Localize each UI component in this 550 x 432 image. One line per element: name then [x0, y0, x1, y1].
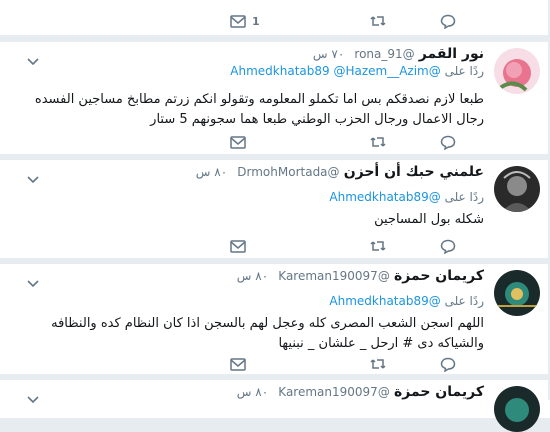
dm-icon[interactable]: [230, 356, 246, 372]
tweet-text: شكله بول المساجين: [14, 210, 484, 230]
tweet-text-line: شكله بول المساجين: [374, 212, 484, 227]
user-handle[interactable]: @DrmohMortada: [237, 165, 339, 179]
tweet-text: طبعا لازم نصدقكم بس اما تكملو المعلومه و…: [14, 90, 484, 130]
tweet-actions: [230, 356, 460, 372]
user-name[interactable]: كريمان حمزة: [394, 268, 484, 284]
tweet-item[interactable]: نور القمر @rona_91 ٧٠ س ردًا على @Ahmedk…: [0, 41, 550, 155]
tweet-text-line: اللهم اسجن الشعب المصرى كله وعجل لهم بال…: [51, 316, 484, 331]
retweet-icon[interactable]: [370, 356, 386, 372]
tweet-time[interactable]: ٨٠ س: [237, 269, 268, 283]
caret-icon[interactable]: [26, 390, 40, 404]
tweet-item[interactable]: كريمان حمزة @Kareman190097 ٨٠ س: [0, 379, 550, 432]
caret-icon[interactable]: [26, 274, 40, 288]
tweet-time[interactable]: ٨٠ س: [237, 385, 268, 399]
reply-icon[interactable]: [440, 356, 456, 372]
mention-link[interactable]: @Ahmedkhatab89: [329, 190, 440, 204]
mention-link[interactable]: @Hazem__Azim: [333, 64, 428, 78]
tweet-text: اللهم اسجن الشعب المصرى كله وعجل لهم بال…: [14, 314, 484, 354]
reply-label: ردًا على: [444, 190, 484, 204]
caret-icon[interactable]: [26, 52, 40, 66]
user-name[interactable]: كريمان حمزة: [394, 384, 484, 400]
reply-icon[interactable]: [440, 134, 456, 150]
dm-count: 1: [252, 14, 260, 28]
tweet-header: علمني حبك أن أحزن @DrmohMortada ٨٠ س: [196, 164, 484, 181]
tweet-text-line: رجال الاعمال ورجال الحزب الوطني طبعا هما…: [150, 112, 484, 127]
user-name[interactable]: نور القمر: [419, 46, 484, 62]
reply-to: ردًا على @Ahmedkhatab89: [329, 294, 484, 308]
tweet-item[interactable]: كريمان حمزة @Kareman190097 ٨٠ س ردًا على…: [0, 263, 550, 375]
tweet-header: كريمان حمزة @Kareman190097 ٨٠ س: [237, 268, 484, 285]
dm-icon[interactable]: [230, 134, 246, 150]
reply-icon[interactable]: [440, 13, 456, 29]
dm-icon[interactable]: 1: [230, 13, 260, 29]
tweet-actions: [230, 134, 460, 150]
retweet-icon[interactable]: [370, 13, 386, 29]
caret-icon[interactable]: [26, 170, 40, 184]
tweet-header: كريمان حمزة @Kareman190097 ٨٠ س: [237, 384, 484, 401]
user-name[interactable]: علمني حبك أن أحزن: [344, 164, 484, 180]
user-handle[interactable]: @Kareman190097: [278, 385, 390, 399]
user-handle[interactable]: @Kareman190097: [278, 269, 390, 283]
retweet-icon[interactable]: [370, 134, 386, 150]
avatar[interactable]: [494, 48, 540, 94]
avatar[interactable]: [494, 270, 540, 316]
tweet-item[interactable]: علمني حبك أن أحزن @DrmohMortada ٨٠ س ردً…: [0, 159, 550, 259]
tweet-actions: 1: [230, 13, 460, 29]
reply-label: ردًا على: [444, 64, 484, 78]
reply-label: ردًا على: [444, 294, 484, 308]
tweet-text-line: والشياكه دى # ارحل _ علشان _ نبنيها: [278, 336, 484, 351]
tweet-header: نور القمر @rona_91 ٧٠ س: [313, 46, 484, 63]
tweet-text-line: طبعا لازم نصدقكم بس اما تكملو المعلومه و…: [34, 92, 484, 107]
tweet-actions: [230, 238, 460, 254]
avatar[interactable]: [494, 166, 540, 212]
timeline: 1 نور القمر @rona_91 ٧٠ س ردًا على @Ahme…: [0, 0, 550, 432]
reply-icon[interactable]: [440, 238, 456, 254]
tweet-time[interactable]: ٨٠ س: [196, 165, 227, 179]
tweet-time[interactable]: ٧٠ س: [313, 47, 344, 61]
retweet-icon[interactable]: [370, 238, 386, 254]
tweet-item[interactable]: 1: [0, 0, 550, 36]
dm-icon[interactable]: [230, 238, 246, 254]
mention-link[interactable]: @Ahmedkhatab89: [329, 294, 440, 308]
reply-to: ردًا على @Ahmedkhatab89: [329, 190, 484, 204]
user-handle[interactable]: @rona_91: [354, 47, 414, 61]
reply-to: ردًا على @Ahmedkhatab89 @Hazem__Azim: [230, 64, 484, 78]
avatar[interactable]: [494, 386, 540, 432]
